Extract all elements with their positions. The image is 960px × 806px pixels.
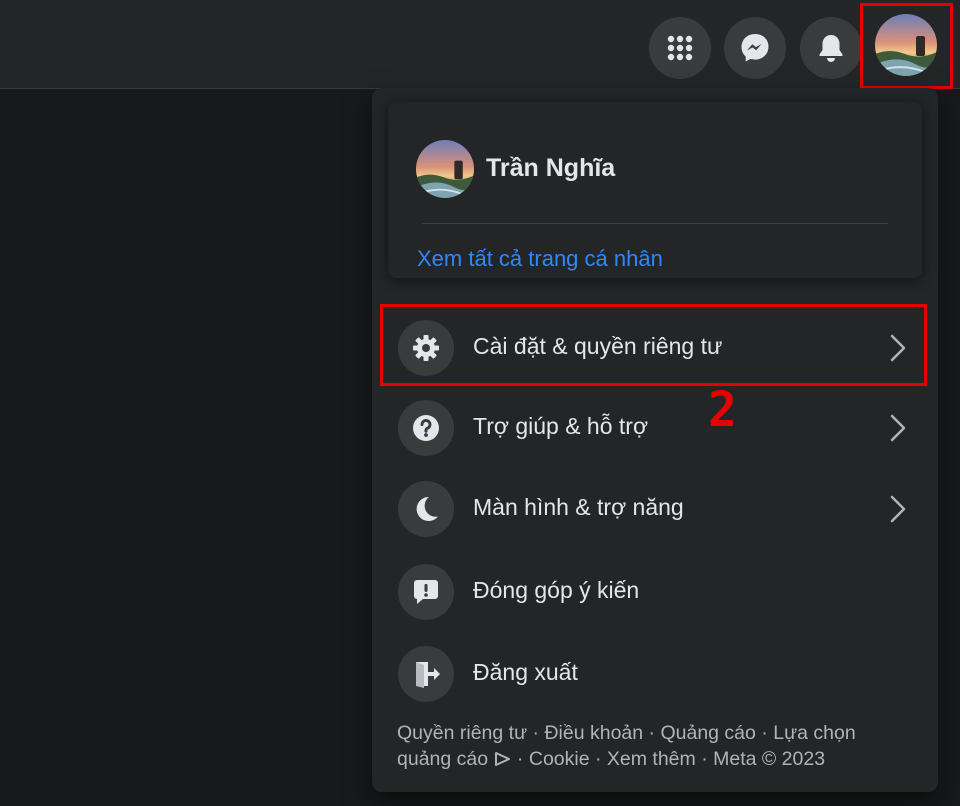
chevron-right-icon [890, 414, 906, 442]
messenger-icon [741, 34, 769, 62]
see-all-profiles-link[interactable]: Xem tất cả trang cá nhân [417, 246, 663, 272]
footer-link-terms[interactable]: Điều khoản [544, 722, 643, 744]
menu-item-label: Đóng góp ý kiến [473, 577, 640, 603]
footer-link-cookie[interactable]: Cookie [529, 748, 590, 770]
ad-choices-icon [494, 752, 510, 766]
profile-card: Trần Nghĩa Xem tất cả trang cá nhân [388, 102, 922, 278]
feedback-icon [398, 564, 454, 620]
annotation-number-2: 2 [708, 382, 737, 438]
menu-footer: Quyền riêng tư · Điều khoản · Quảng cáo … [397, 720, 907, 772]
top-navigation-bar [0, 0, 960, 89]
footer-separator: · [511, 748, 529, 770]
profile-name[interactable]: Trần Nghĩa [486, 154, 615, 183]
grid-icon [667, 35, 693, 61]
bell-icon [819, 35, 843, 62]
menu-item-give-feedback[interactable]: Đóng góp ý kiến [388, 554, 922, 630]
messenger-button[interactable] [724, 17, 786, 79]
avatar-image [416, 140, 474, 198]
footer-link-privacy[interactable]: Quyền riêng tư [397, 722, 527, 744]
menu-item-display-accessibility[interactable]: Màn hình & trợ năng [388, 471, 922, 547]
account-menu: Trần Nghĩa Xem tất cả trang cá nhân Cài … [372, 88, 938, 792]
menu-item-log-out[interactable]: Đăng xuất [388, 636, 922, 712]
profile-avatar[interactable] [416, 140, 474, 198]
moon-icon [398, 481, 454, 537]
footer-copyright: Meta © 2023 [713, 748, 826, 770]
footer-link-ads[interactable]: Quảng cáo [660, 722, 755, 744]
chevron-right-icon [890, 495, 906, 523]
footer-separator: · [643, 722, 661, 744]
footer-link-more[interactable]: Xem thêm [607, 748, 696, 770]
menu-item-label: Màn hình & trợ năng [473, 494, 684, 520]
footer-separator: · [589, 748, 607, 770]
notifications-button[interactable] [800, 17, 862, 79]
menu-grid-button[interactable] [649, 17, 711, 79]
logout-icon [398, 646, 454, 702]
footer-separator: · [527, 722, 545, 744]
menu-item-help-support[interactable]: Trợ giúp & hỗ trợ [388, 390, 922, 466]
annotation-highlight-1 [860, 3, 953, 89]
footer-separator: · [695, 748, 714, 770]
menu-item-label: Trợ giúp & hỗ trợ [473, 413, 649, 439]
divider [422, 223, 888, 224]
annotation-highlight-2 [380, 304, 927, 386]
menu-item-label: Đăng xuất [473, 659, 578, 685]
footer-separator: · [755, 722, 774, 744]
question-icon [398, 400, 454, 456]
